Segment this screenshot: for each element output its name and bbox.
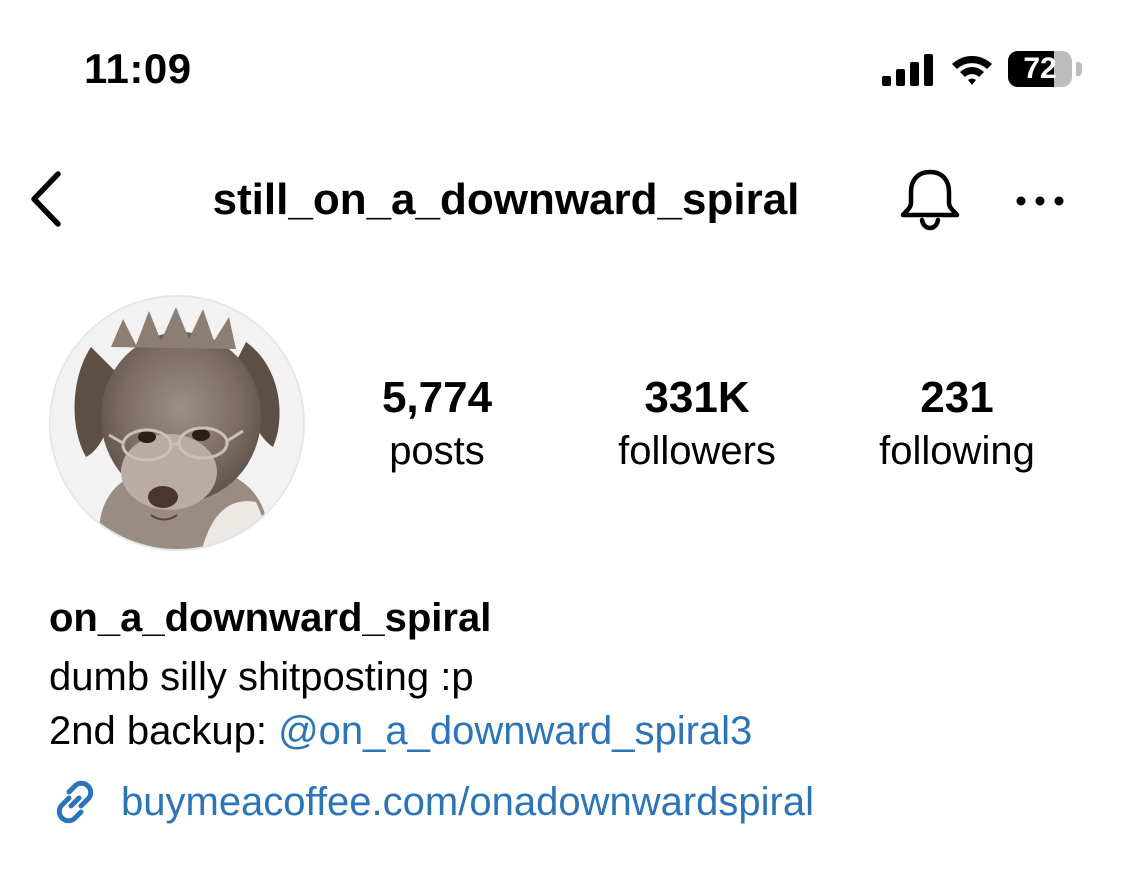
battery-cap — [1076, 62, 1082, 76]
followers-label: followers — [618, 429, 776, 473]
followers-count: 331K — [644, 373, 750, 422]
posts-label: posts — [389, 429, 485, 473]
cellular-signal-icon — [882, 54, 933, 86]
bell-icon[interactable] — [898, 166, 962, 232]
display-name: on_a_downward_spiral — [49, 596, 492, 640]
bio-line: 2nd backup: @on_a_downward_spiral3 — [49, 704, 752, 758]
battery-icon: 72 — [1008, 51, 1086, 87]
bio-line: dumb silly shitposting :p — [49, 655, 474, 699]
dog-with-glasses-photo — [51, 297, 303, 549]
mention-link[interactable]: @on_a_downward_spiral3 — [278, 709, 752, 753]
link-icon — [56, 780, 94, 824]
bio-prefix: 2nd backup: — [49, 709, 279, 753]
external-link-text[interactable]: buymeacoffee.com/onadownwardspiral — [121, 774, 814, 830]
following-label: following — [879, 429, 1035, 473]
posts-count: 5,774 — [381, 373, 493, 422]
back-chevron-icon[interactable] — [26, 170, 66, 228]
stat-following[interactable]: 231 following — [847, 372, 1067, 478]
stat-followers[interactable]: 331K followers — [587, 372, 807, 478]
battery-body: 72 — [1008, 51, 1072, 87]
status-time: 11:09 — [84, 45, 192, 92]
wifi-icon — [952, 56, 992, 85]
profile-avatar[interactable] — [49, 295, 305, 551]
battery-level: 72 — [1023, 52, 1057, 85]
profile-username-title: still_on_a_downward_spiral — [212, 175, 800, 224]
more-icon[interactable] — [1014, 188, 1066, 214]
stat-posts[interactable]: 5,774 posts — [327, 372, 547, 478]
following-count: 231 — [920, 373, 994, 422]
